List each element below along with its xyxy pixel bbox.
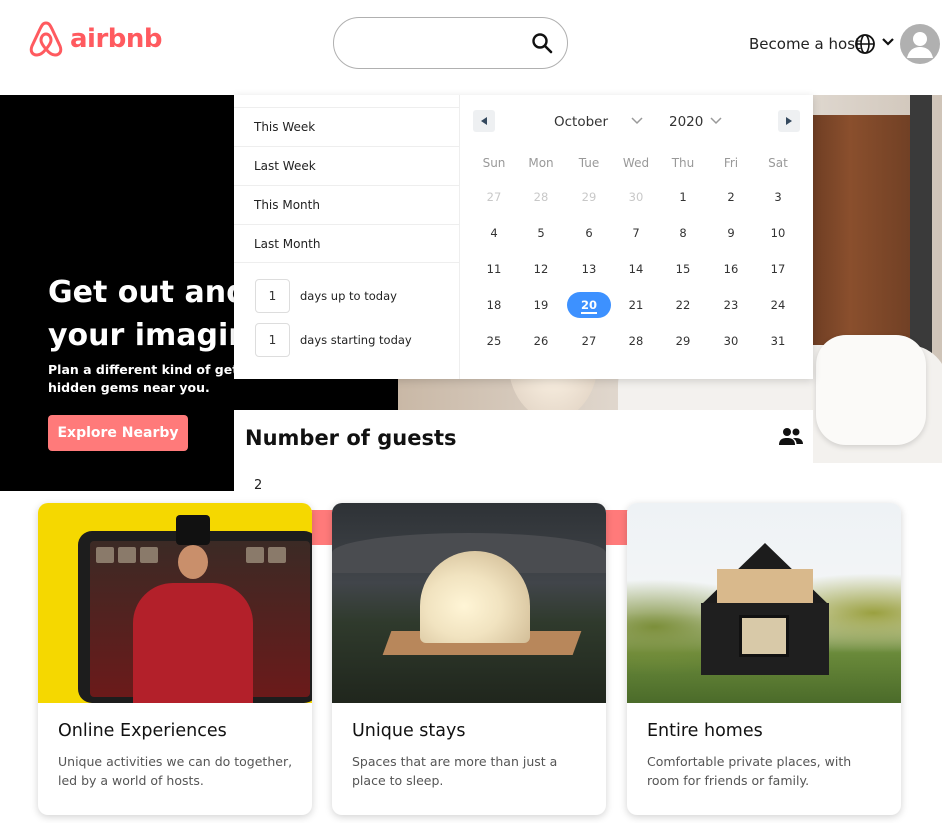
calendar-day[interactable]: 28 (614, 328, 658, 354)
calendar-day[interactable]: 30 (709, 328, 753, 354)
calendar-day[interactable]: 9 (709, 220, 753, 246)
calendar-day[interactable]: 8 (661, 220, 705, 246)
next-month-button[interactable] (778, 110, 800, 132)
calendar-day[interactable]: 11 (472, 256, 516, 282)
days-up-to-today-input[interactable]: 1 (255, 279, 290, 313)
weekday-label: Mon (528, 156, 554, 170)
calendar-day[interactable]: 23 (709, 292, 753, 318)
range-last-month[interactable]: Last Month (234, 224, 460, 263)
hero-title-line2: your imagina (48, 318, 238, 353)
calendar-day[interactable]: 14 (614, 256, 658, 282)
calendar-day[interactable]: 22 (661, 292, 705, 318)
calendar-day[interactable]: 27 (567, 328, 611, 354)
weekday-label: Sat (768, 156, 788, 170)
calendar-day[interactable]: 26 (519, 328, 563, 354)
days-up-to-today-label: days up to today (300, 289, 397, 303)
hero-title-line1: Get out and (48, 275, 238, 310)
calendar-day[interactable]: 10 (756, 220, 800, 246)
calendar-day[interactable]: 27 (472, 184, 516, 210)
user-avatar[interactable] (900, 24, 940, 64)
calendar-day[interactable]: 29 (661, 328, 705, 354)
card-description: Spaces that are more than just a place t… (352, 754, 558, 788)
hero-subtitle-line1: Plan a different kind of getaw (48, 362, 234, 377)
card-image-online-experiences (38, 503, 312, 703)
year-chevron-down-icon (710, 117, 722, 125)
user-avatar-icon (907, 32, 933, 58)
weekday-label: Wed (622, 156, 650, 170)
calendar-day[interactable]: 29 (567, 184, 611, 210)
airbnb-logo[interactable]: airbnb (28, 20, 163, 58)
card-image-entire-homes (627, 503, 901, 703)
guests-count-input[interactable]: 2 (254, 478, 262, 493)
weekday-label: Sun (482, 156, 506, 170)
guests-title: Number of guests (245, 426, 457, 450)
hero-subtitle-line2: hidden gems near you. (48, 380, 210, 395)
calendar-day[interactable]: 5 (519, 220, 563, 246)
globe-icon[interactable] (854, 33, 876, 55)
calendar-day-selected[interactable]: 20 (567, 292, 611, 318)
days-starting-today-input[interactable]: 1 (255, 323, 290, 357)
calendar-day[interactable]: 2 (709, 184, 753, 210)
month-select[interactable]: October (554, 114, 608, 130)
calendar-day[interactable]: 21 (614, 292, 658, 318)
card-unique-stays[interactable]: Unique stays Spaces that are more than j… (332, 503, 606, 815)
search-icon[interactable] (531, 32, 553, 54)
days-starting-today-label: days starting today (300, 333, 412, 347)
guests-panel: Number of guests 2 (234, 410, 813, 510)
year-select[interactable]: 2020 (669, 114, 703, 130)
card-entire-homes[interactable]: Entire homes Comfortable private places,… (627, 503, 901, 815)
weekday-label: Tue (578, 156, 600, 170)
caret-right-icon (786, 117, 792, 125)
become-host-link[interactable]: Become a host (749, 35, 861, 53)
static-ranges: This Week Last Week This Month Last Mont… (234, 95, 460, 379)
calendar-day[interactable]: 15 (661, 256, 705, 282)
month-chevron-down-icon (631, 117, 643, 125)
calendar-day[interactable]: 25 (472, 328, 516, 354)
hero-title: Get out and your imagina (48, 271, 238, 357)
airbnb-logo-icon (29, 21, 63, 57)
card-description: Comfortable private places, with room fo… (647, 754, 852, 788)
weekday-label: Thu (671, 156, 695, 170)
card-title: Entire homes (647, 721, 763, 741)
calendar-day[interactable]: 13 (567, 256, 611, 282)
calendar-day[interactable]: 17 (756, 256, 800, 282)
card-image-unique-stays (332, 503, 606, 703)
calendar-day[interactable]: 24 (756, 292, 800, 318)
calendar: October 2020 Sun Mon Tue Wed Thu Fri Sat 27 28 29… (460, 95, 813, 379)
range-this-week[interactable]: This Week (234, 107, 460, 146)
card-online-experiences[interactable]: Online Experiences Unique activities we … (38, 503, 312, 815)
calendar-day[interactable]: 30 (614, 184, 658, 210)
calendar-day[interactable]: 31 (756, 328, 800, 354)
explore-nearby-button[interactable]: Explore Nearby (48, 415, 188, 451)
calendar-day[interactable]: 4 (472, 220, 516, 246)
card-title: Unique stays (352, 721, 466, 741)
days-up-to-today-row: 1 days up to today (255, 279, 397, 313)
header-search-bar[interactable] (333, 17, 568, 69)
calendar-day[interactable]: 12 (519, 256, 563, 282)
prev-month-button[interactable] (473, 110, 495, 132)
weekday-label: Fri (723, 156, 739, 170)
caret-left-icon (481, 117, 487, 125)
page: airbnb Become a host Get out and your im… (0, 0, 942, 823)
calendar-day[interactable]: 19 (519, 292, 563, 318)
hero-subtitle: Plan a different kind of getaw hidden ge… (48, 361, 234, 397)
range-this-month[interactable]: This Month (234, 185, 460, 224)
range-last-week[interactable]: Last Week (234, 146, 460, 185)
calendar-day[interactable]: 7 (614, 220, 658, 246)
calendar-day[interactable]: 6 (567, 220, 611, 246)
calendar-day[interactable]: 28 (519, 184, 563, 210)
chevron-down-icon[interactable] (881, 35, 895, 49)
card-title: Online Experiences (58, 721, 227, 741)
card-description: Unique activities we can do together, le… (58, 754, 293, 788)
calendar-day[interactable]: 18 (472, 292, 516, 318)
logo-text: airbnb (70, 24, 163, 54)
people-icon (779, 428, 803, 445)
calendar-day[interactable]: 1 (661, 184, 705, 210)
date-range-picker: This Week Last Week This Month Last Mont… (234, 95, 813, 379)
days-starting-today-row: 1 days starting today (255, 323, 412, 357)
calendar-day[interactable]: 16 (709, 256, 753, 282)
calendar-day[interactable]: 3 (756, 184, 800, 210)
